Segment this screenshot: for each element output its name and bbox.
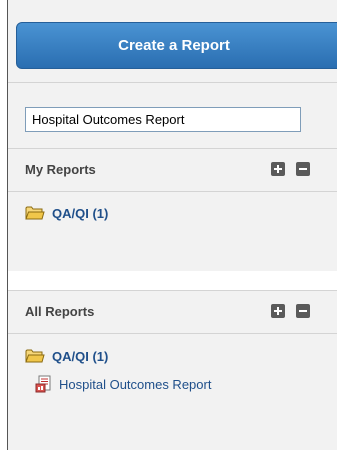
all-reports-title: All Reports xyxy=(25,304,95,319)
report-name-input[interactable] xyxy=(25,107,301,132)
folder-open-icon xyxy=(25,206,45,220)
my-reports-folder-qaqi[interactable]: QA/QI (1) xyxy=(25,205,108,221)
reports-sidebar: Create a Report My Reports QA/QI (1) All… xyxy=(0,0,337,450)
my-reports-collapse-minus-icon[interactable] xyxy=(296,162,310,176)
all-reports-panel: All Reports QA/QI (1) Hospital Outcomes … xyxy=(8,290,337,450)
report-document-icon xyxy=(35,375,51,393)
all-reports-folder-qaqi[interactable]: QA/QI (1) xyxy=(25,348,108,364)
folder-label: QA/QI (1) xyxy=(52,348,109,364)
create-report-button[interactable]: Create a Report xyxy=(16,22,337,69)
create-report-button-label: Create a Report xyxy=(118,37,230,54)
my-reports-header: My Reports xyxy=(8,149,337,192)
all-reports-collapse-minus-icon[interactable] xyxy=(296,304,310,318)
create-report-panel: Create a Report xyxy=(8,0,337,82)
all-reports-header: All Reports xyxy=(8,291,337,334)
folder-open-icon xyxy=(25,349,45,363)
all-reports-expand-plus-icon[interactable] xyxy=(271,304,285,318)
folder-label: QA/QI (1) xyxy=(52,205,109,221)
my-reports-expand-plus-icon[interactable] xyxy=(271,162,285,176)
report-item-hospital-outcomes[interactable]: Hospital Outcomes Report xyxy=(35,375,211,393)
my-reports-title: My Reports xyxy=(25,162,96,177)
report-name-panel xyxy=(8,82,337,148)
report-label: Hospital Outcomes Report xyxy=(59,376,212,392)
my-reports-panel: My Reports QA/QI (1) xyxy=(8,148,337,271)
